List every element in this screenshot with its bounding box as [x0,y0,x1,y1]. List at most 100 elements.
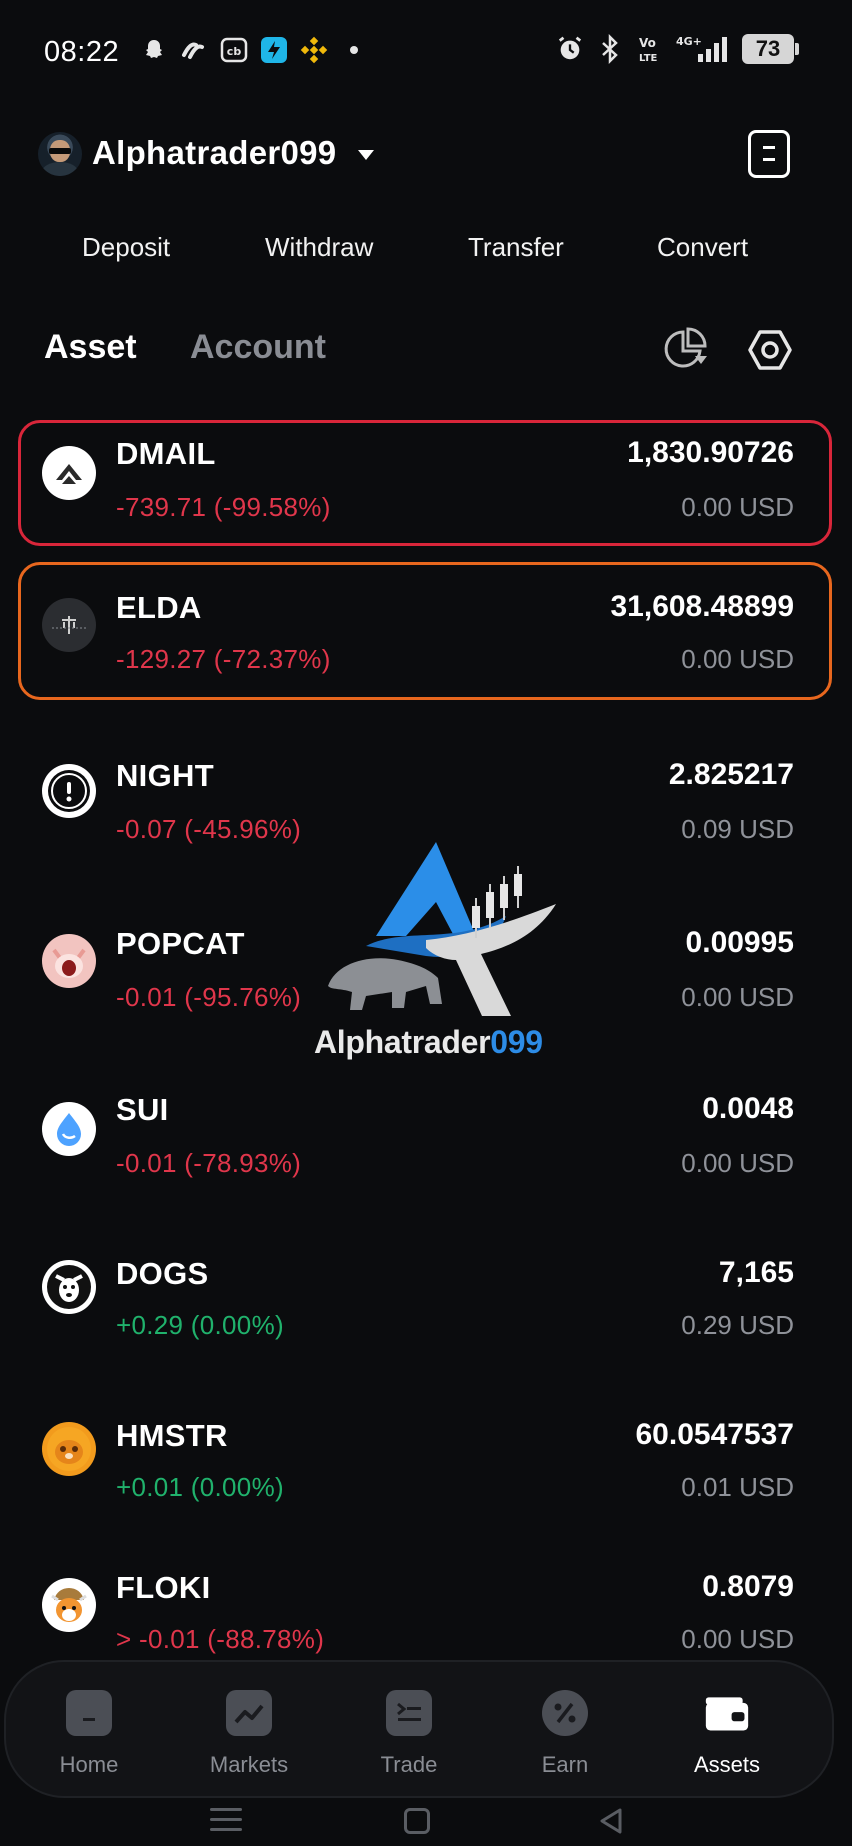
asset-usd-value: 0.00 USD [681,982,794,1012]
svg-text:LTE: LTE [639,53,658,64]
nav-label: Home [59,1752,119,1777]
account-switcher[interactable]: Alphatrader099 [92,134,336,172]
elda-icon [42,598,96,652]
battery-indicator: 73 [742,34,799,64]
asset-symbol: DMAIL [116,436,216,471]
asset-symbol: HMSTR [116,1418,228,1453]
highlight-frame [18,562,832,700]
asset-amount: 31,608.48899 [610,590,794,623]
convert-button[interactable]: Convert [657,232,748,263]
asset-pnl: +0.29 (0.00%) [116,1310,284,1340]
nav-earn[interactable]: Earn [500,1662,630,1800]
asset-amount: 2.825217 [668,758,794,791]
asset-pnl: > -0.01 (-88.78%) [116,1624,325,1654]
hmstr-icon [42,1422,96,1476]
app-bolt-icon [260,36,288,64]
chevron-down-icon[interactable] [358,150,374,160]
bottom-nav: Home Markets Trade Earn Assets [4,1660,834,1798]
nav-assets[interactable]: Assets [662,1662,792,1800]
snapchat-icon [140,36,168,64]
asset-amount: 0.8079 [702,1570,794,1603]
system-status-icons: Vo LTE 4G+ 73 [556,34,799,64]
recent-apps-button[interactable] [210,1808,242,1832]
watermark-text: Alphatrader099 [314,1024,543,1060]
link-icon [180,36,208,64]
dogs-icon [42,1260,96,1314]
records-icon[interactable] [748,130,790,178]
svg-text:cb: cb [227,45,242,58]
asset-symbol: FLOKI [116,1570,211,1605]
asset-amount: 60.0547537 [635,1418,795,1451]
asset-usd-value: 0.00 USD [681,1148,794,1178]
asset-usd-value: 0.09 USD [681,814,794,844]
bluetooth-icon [596,34,624,64]
nav-home[interactable]: Home [24,1662,154,1800]
volte-icon: Vo LTE [636,35,664,64]
quick-actions: Deposit Withdraw Transfer Convert [0,232,852,280]
nav-label: Assets [693,1752,761,1777]
wallet-icon [704,1690,750,1736]
asset-pnl: -0.07 (-45.96%) [116,814,302,844]
system-home-button[interactable] [404,1808,430,1834]
nav-label: Earn [541,1752,589,1777]
asset-amount: 7,165 [718,1256,794,1289]
asset-tabs: Asset Account [0,322,852,378]
asset-row-elda[interactable]: ELDA -129.27 (-72.37%) 31,608.48899 0.00… [0,562,852,700]
asset-row-hmstr[interactable]: HMSTR +0.01 (0.00%) 60.0547537 0.01 USD [0,1418,852,1548]
nav-label: Markets [209,1752,289,1777]
tab-account[interactable]: Account [190,328,326,367]
asset-pnl: +0.01 (0.00%) [116,1472,284,1502]
status-bar: 08:22 cb Vo LTE 4G+ 73 [0,0,852,104]
floki-icon [42,1578,96,1632]
withdraw-button[interactable]: Withdraw [265,232,373,263]
popcat-icon [42,934,96,988]
deposit-button[interactable]: Deposit [82,232,170,263]
asset-usd-value: 0.00 USD [681,644,794,674]
asset-row-dogs[interactable]: DOGS +0.29 (0.00%) 7,165 0.29 USD [0,1256,852,1386]
asset-pnl: -0.01 (-95.76%) [116,982,302,1012]
binance-icon [300,36,328,64]
pie-chart-icon[interactable] [662,326,708,372]
nav-label: Trade [380,1752,438,1777]
asset-amount: 0.00995 [685,926,794,959]
alphatrader-logo-icon [328,842,556,1016]
tab-asset[interactable]: Asset [44,328,137,367]
asset-amount: 0.0048 [702,1092,794,1125]
cb-icon: cb [220,36,248,64]
account-header: Alphatrader099 [0,120,852,190]
trade-icon [386,1690,432,1736]
dmail-icon [42,446,96,500]
more-dot-icon [340,36,368,64]
asset-pnl: -129.27 (-72.37%) [116,644,331,674]
sui-icon [42,1102,96,1156]
asset-symbol: SUI [116,1092,169,1127]
nav-trade[interactable]: Trade [344,1662,474,1800]
asset-pnl: -0.01 (-78.93%) [116,1148,302,1178]
asset-pnl: -739.71 (-99.58%) [116,492,331,522]
notification-icons: cb [140,36,368,64]
svg-text:4G+: 4G+ [676,35,702,48]
night-icon [42,764,96,818]
system-back-button[interactable] [596,1806,626,1836]
asset-amount: 1,830.90726 [627,436,794,469]
system-nav-bar [0,1800,852,1846]
asset-usd-value: 0.00 USD [681,1624,794,1654]
nav-markets[interactable]: Markets [184,1662,314,1800]
svg-text:Vo: Vo [639,36,656,50]
asset-usd-value: 0.01 USD [681,1472,794,1502]
asset-row-sui[interactable]: SUI -0.01 (-78.93%) 0.0048 0.00 USD [0,1088,852,1218]
asset-row-dmail[interactable]: DMAIL -739.71 (-99.58%) 1,830.90726 0.00… [0,420,852,550]
home-icon [66,1690,112,1736]
asset-symbol: NIGHT [116,758,214,793]
asset-symbol: POPCAT [116,926,245,961]
signal-icon: 4G+ [676,35,730,63]
watermark-logo: Alphatrader099 [306,836,566,1072]
avatar[interactable] [38,132,82,176]
transfer-button[interactable]: Transfer [468,232,564,263]
asset-usd-value: 0.29 USD [681,1310,794,1340]
status-time: 08:22 [44,36,120,68]
asset-usd-value: 0.00 USD [681,492,794,522]
settings-icon[interactable] [746,326,794,374]
alarm-icon [556,35,584,63]
asset-symbol: ELDA [116,590,202,625]
